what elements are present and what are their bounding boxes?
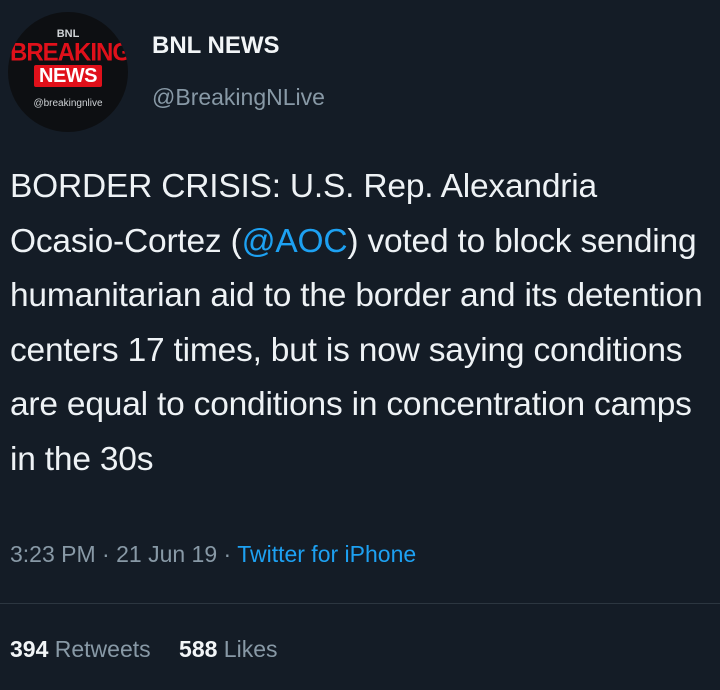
retweets-stat[interactable]: 394 Retweets [10,636,151,662]
likes-stat[interactable]: 588 Likes [179,636,277,662]
avatar-logo-news: NEWS [8,65,128,88]
divider [0,603,720,604]
mention-link[interactable]: @AOC [242,223,348,260]
avatar-logo-handle: @breakingnlive [33,98,103,109]
likes-label: Likes [223,636,278,662]
tweet-meta: 3:23 PM · 21 Jun 19 · Twitter for iPhone [10,541,416,568]
retweets-label: Retweets [54,636,151,662]
account-handle[interactable]: @BreakingNLive [152,84,325,111]
tweet: BNL BREAKING NEWS @breakingnlive BNL NEW… [0,0,720,690]
meta-separator: · [223,541,232,567]
avatar-logo-news-text: NEWS [34,65,102,87]
tweet-source-link[interactable]: Twitter for iPhone [237,541,416,567]
avatar-logo-breaking: BREAKING [10,38,128,67]
avatar[interactable]: BNL BREAKING NEWS @breakingnlive [8,12,128,132]
retweets-count: 394 [10,636,49,662]
tweet-text: BORDER CRISIS: U.S. Rep. Alexandria Ocas… [10,160,715,487]
meta-separator: · [102,541,110,567]
tweet-stats: 394 Retweets 588 Likes [10,636,300,663]
likes-count: 588 [179,636,218,662]
tweet-time[interactable]: 3:23 PM [10,541,96,567]
tweet-text-after: ) voted to block sending humanitarian ai… [10,222,703,478]
tweet-date[interactable]: 21 Jun 19 [116,541,217,567]
account-name[interactable]: BNL NEWS [152,32,280,60]
